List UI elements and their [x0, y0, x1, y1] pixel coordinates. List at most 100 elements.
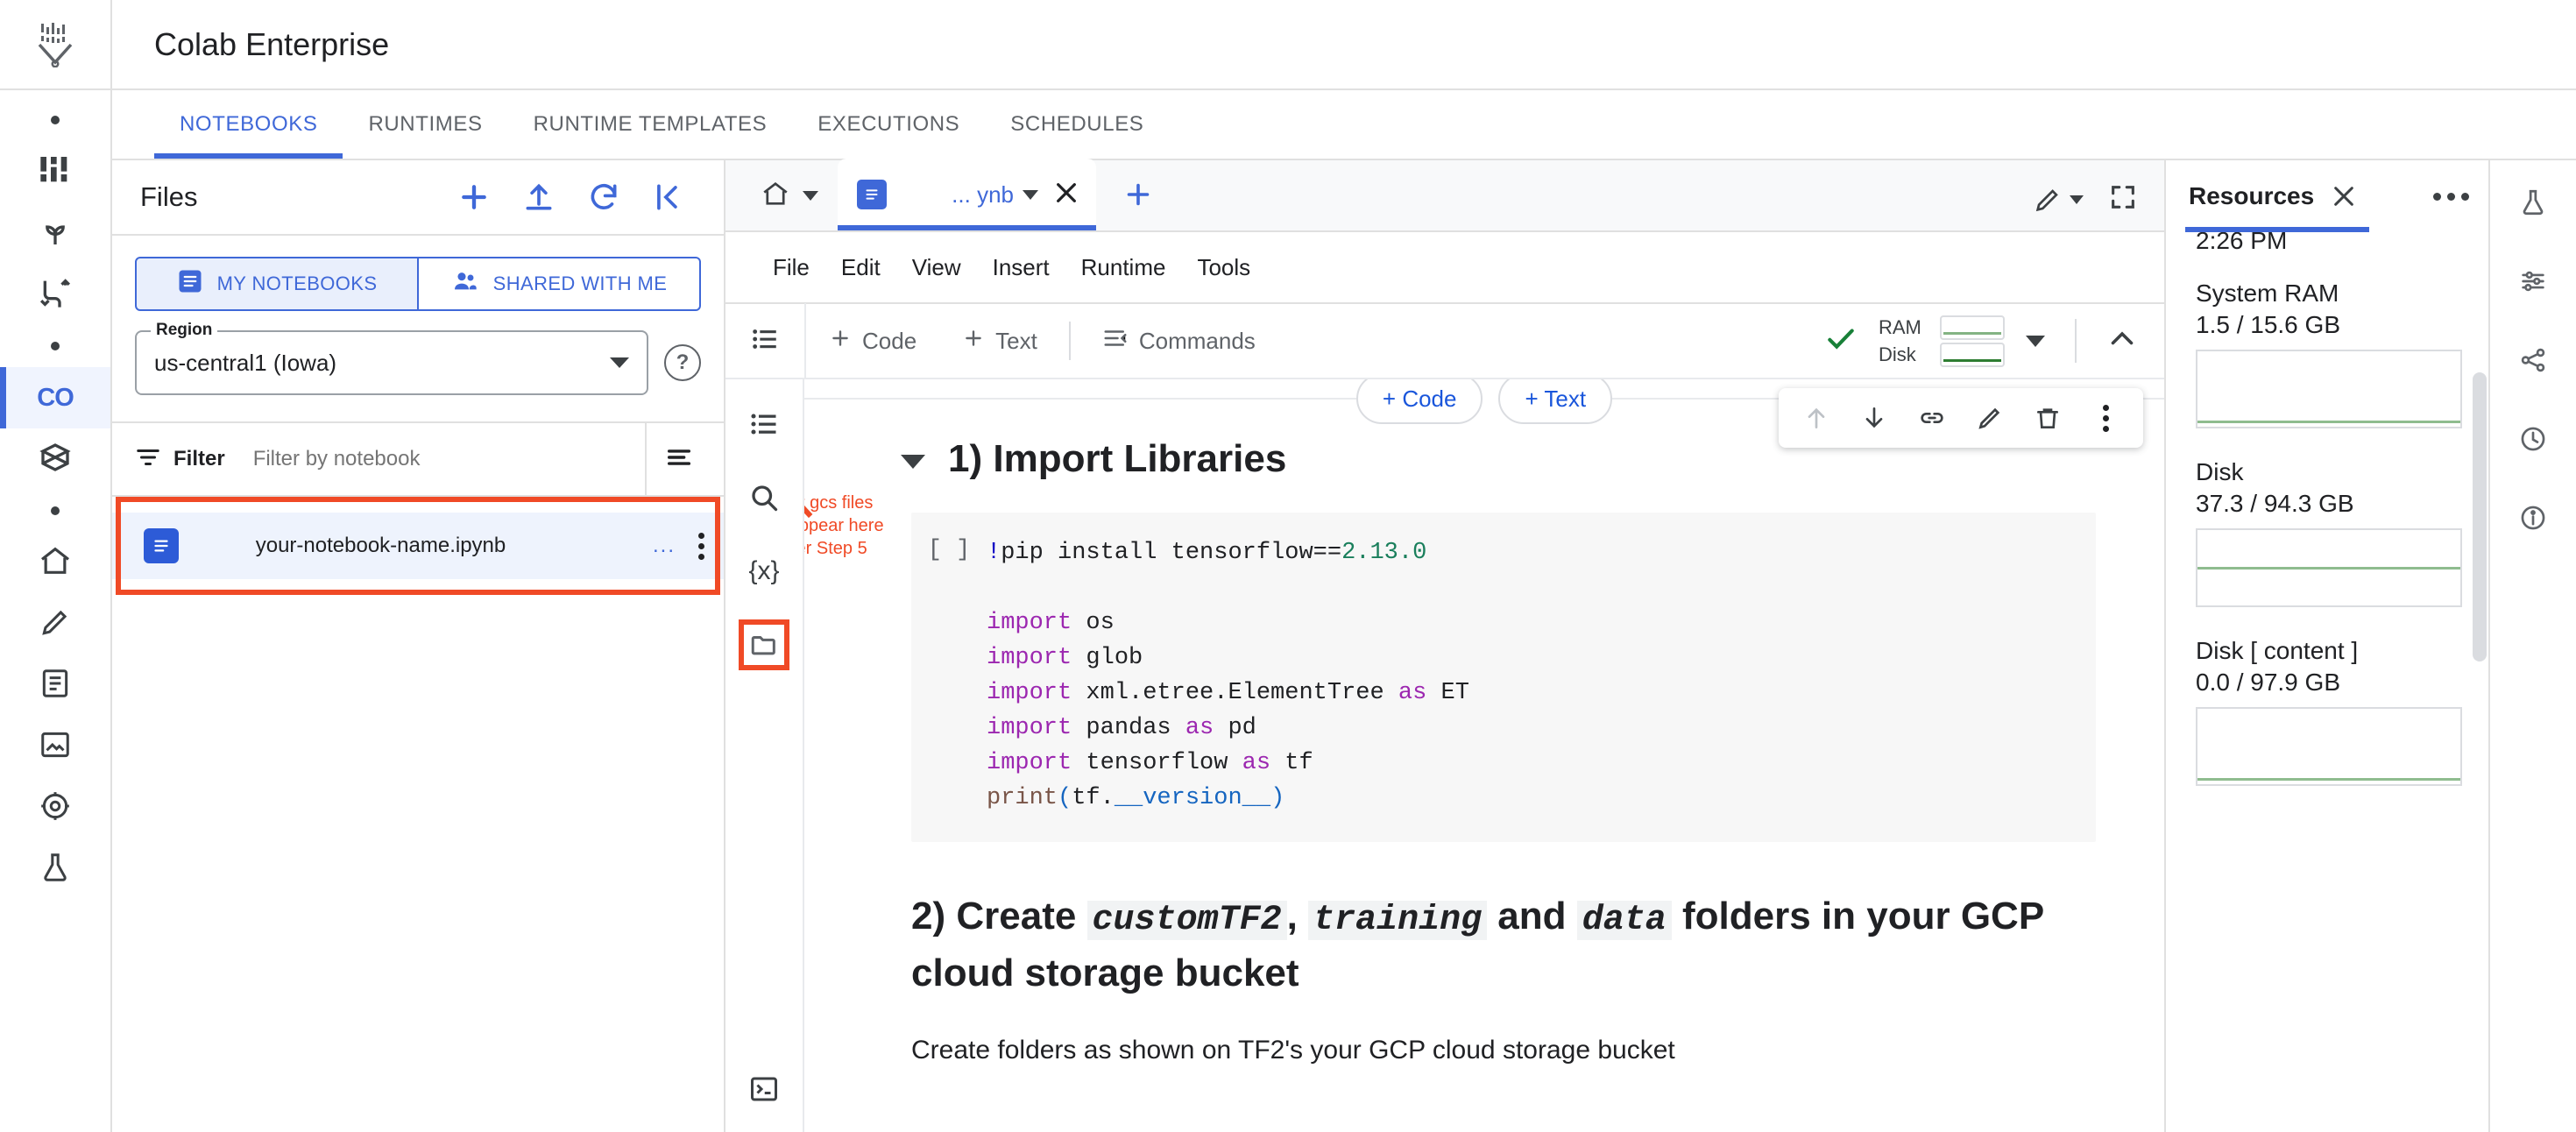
check-icon [1824, 322, 1858, 360]
history-icon[interactable] [2509, 414, 2558, 463]
format-pencil-icon[interactable] [2033, 185, 2084, 215]
toc-icon[interactable] [739, 399, 789, 449]
rail-item-dashboard[interactable] [0, 141, 110, 202]
runtime-status: RAM Disk [1824, 315, 2164, 367]
notebook-home-button[interactable] [752, 179, 838, 230]
ram-disk-meter[interactable]: RAM Disk [1879, 315, 2005, 367]
tab-schedules[interactable]: SCHEDULES [985, 90, 1169, 159]
terminal-icon[interactable] [739, 1064, 789, 1114]
link-to-cell-icon[interactable] [1905, 391, 1959, 445]
chevron-down-icon[interactable] [2026, 335, 2045, 347]
resource-value: 1.5 / 15.6 GB [2196, 311, 2340, 338]
add-code-button[interactable]: + Code [1355, 379, 1483, 424]
menu-insert[interactable]: Insert [977, 254, 1065, 281]
filter-input[interactable] [251, 446, 634, 472]
search-icon[interactable] [739, 472, 789, 523]
rail-item-home[interactable] [0, 532, 110, 593]
left-nav-rail: CO [0, 0, 112, 1132]
heading-code-3: data [1576, 901, 1672, 940]
notebook-ellipsis[interactable]: ... [653, 534, 676, 558]
menu-runtime[interactable]: Runtime [1065, 254, 1182, 281]
toc-toggle-button[interactable] [725, 324, 804, 358]
refresh-button[interactable] [571, 165, 636, 230]
notebook-more-menu-icon[interactable] [698, 532, 704, 560]
menu-edit[interactable]: Edit [825, 254, 896, 281]
chevron-up-icon[interactable] [2106, 323, 2138, 359]
close-icon[interactable] [2330, 182, 2358, 210]
vertex-ai-logo-icon [0, 0, 110, 90]
resource-block-disk-content: Disk [ content ] 0.0 / 97.9 GB [2196, 637, 2462, 786]
commands-icon [1102, 325, 1129, 357]
move-cell-up-icon[interactable] [1789, 391, 1844, 445]
share-nodes-icon[interactable] [2509, 336, 2558, 385]
sprout-icon [38, 214, 73, 253]
segment-shared-with-me-label: SHARED WITH ME [492, 272, 668, 294]
region-select[interactable]: Region us-central1 (Iowa) [135, 321, 648, 395]
toolbar-add-code-button[interactable]: + Code Code [806, 327, 939, 356]
menu-view[interactable]: View [896, 254, 977, 281]
resource-block-disk: Disk 37.3 / 94.3 GB [2196, 458, 2462, 607]
sort-button[interactable] [647, 427, 711, 492]
pencil-icon [39, 605, 72, 643]
rail-item-images[interactable] [0, 716, 110, 777]
edit-cell-icon[interactable] [1963, 391, 2017, 445]
rail-item-notes[interactable] [0, 654, 110, 716]
new-notebook-tab-button[interactable] [1096, 179, 1177, 230]
segment-shared-with-me[interactable]: SHARED WITH ME [419, 257, 701, 311]
chevron-down-icon[interactable] [1023, 189, 1038, 200]
notebook-scroll-area[interactable]: + Code + Text 1) Import Libraries [] !p… [804, 379, 2164, 1132]
info-icon[interactable] [2509, 493, 2558, 542]
menu-file[interactable]: File [757, 254, 825, 281]
toolbar-add-code-text: Code [862, 327, 917, 354]
tab-runtime-templates[interactable]: RUNTIME TEMPLATES [508, 90, 793, 159]
code-cell[interactable]: [ ] !pip install tensorflow==2.13.0 impo… [911, 513, 2096, 842]
tab-runtimes[interactable]: RUNTIMES [343, 90, 507, 159]
rail-dot-2 [0, 325, 110, 367]
code-cell-source[interactable]: !pip install tensorflow==2.13.0 import o… [987, 535, 1469, 816]
resources-panel: Resources 2:26 PM System RAM 1.5 / 15.6 … [2164, 160, 2488, 1132]
resources-header: Resources [2166, 160, 2488, 232]
home-icon [761, 179, 790, 213]
table-row[interactable]: your-notebook-name.ipynb ... [112, 513, 724, 579]
add-text-button[interactable]: + Text [1498, 379, 1613, 424]
chevron-down-icon [803, 191, 818, 201]
resources-scrollbar[interactable] [2473, 372, 2487, 662]
upload-notebook-button[interactable] [506, 165, 571, 230]
tab-notebooks[interactable]: NOTEBOOKS [154, 90, 343, 159]
rail-item-colab[interactable]: CO [0, 367, 110, 428]
add-notebook-button[interactable] [442, 165, 506, 230]
rail-item-experiments[interactable] [0, 838, 110, 900]
move-cell-down-icon[interactable] [1847, 391, 1901, 445]
filter-button[interactable]: Filter [135, 444, 225, 475]
segment-my-notebooks[interactable]: MY NOTEBOOKS [135, 257, 419, 311]
files-folder-icon[interactable] [739, 619, 789, 670]
cell-run-prompt[interactable]: [ ] [911, 535, 987, 816]
rail-dot-3 [0, 490, 110, 532]
tab-executions[interactable]: EXECUTIONS [792, 90, 985, 159]
more-icon[interactable] [2433, 192, 2469, 201]
lab-flask-icon[interactable] [2509, 178, 2558, 227]
variables-icon[interactable]: {x} [739, 546, 789, 597]
plus-icon [829, 327, 852, 356]
collapse-section-icon[interactable] [901, 455, 925, 469]
toolbar-commands-button[interactable]: Commands [1079, 325, 1278, 357]
close-icon[interactable] [1052, 179, 1080, 211]
rail-item-target[interactable] [0, 777, 110, 838]
heading-code-1: customTF2 [1086, 901, 1287, 940]
rail-item-training[interactable] [0, 202, 110, 264]
menu-tools[interactable]: Tools [1181, 254, 1266, 281]
notebook-tab-label: ... ynb [952, 180, 1014, 208]
more-cell-actions-icon[interactable] [2078, 391, 2133, 445]
tune-icon[interactable] [2509, 257, 2558, 306]
notebook-tab[interactable]: ... ynb [838, 159, 1096, 230]
rail-item-pipelines[interactable] [0, 264, 110, 325]
rail-item-model-registry[interactable] [0, 428, 110, 490]
rail-item-label[interactable] [0, 593, 110, 654]
delete-cell-icon[interactable] [2020, 391, 2075, 445]
disk-label: Disk [1879, 343, 1916, 365]
toolbar-add-text-text: Text [995, 327, 1037, 354]
fullscreen-icon[interactable] [2108, 182, 2138, 216]
collapse-panel-button[interactable] [636, 165, 701, 230]
toolbar-add-text-button[interactable]: Text [939, 327, 1060, 356]
help-icon[interactable]: ? [664, 344, 701, 381]
